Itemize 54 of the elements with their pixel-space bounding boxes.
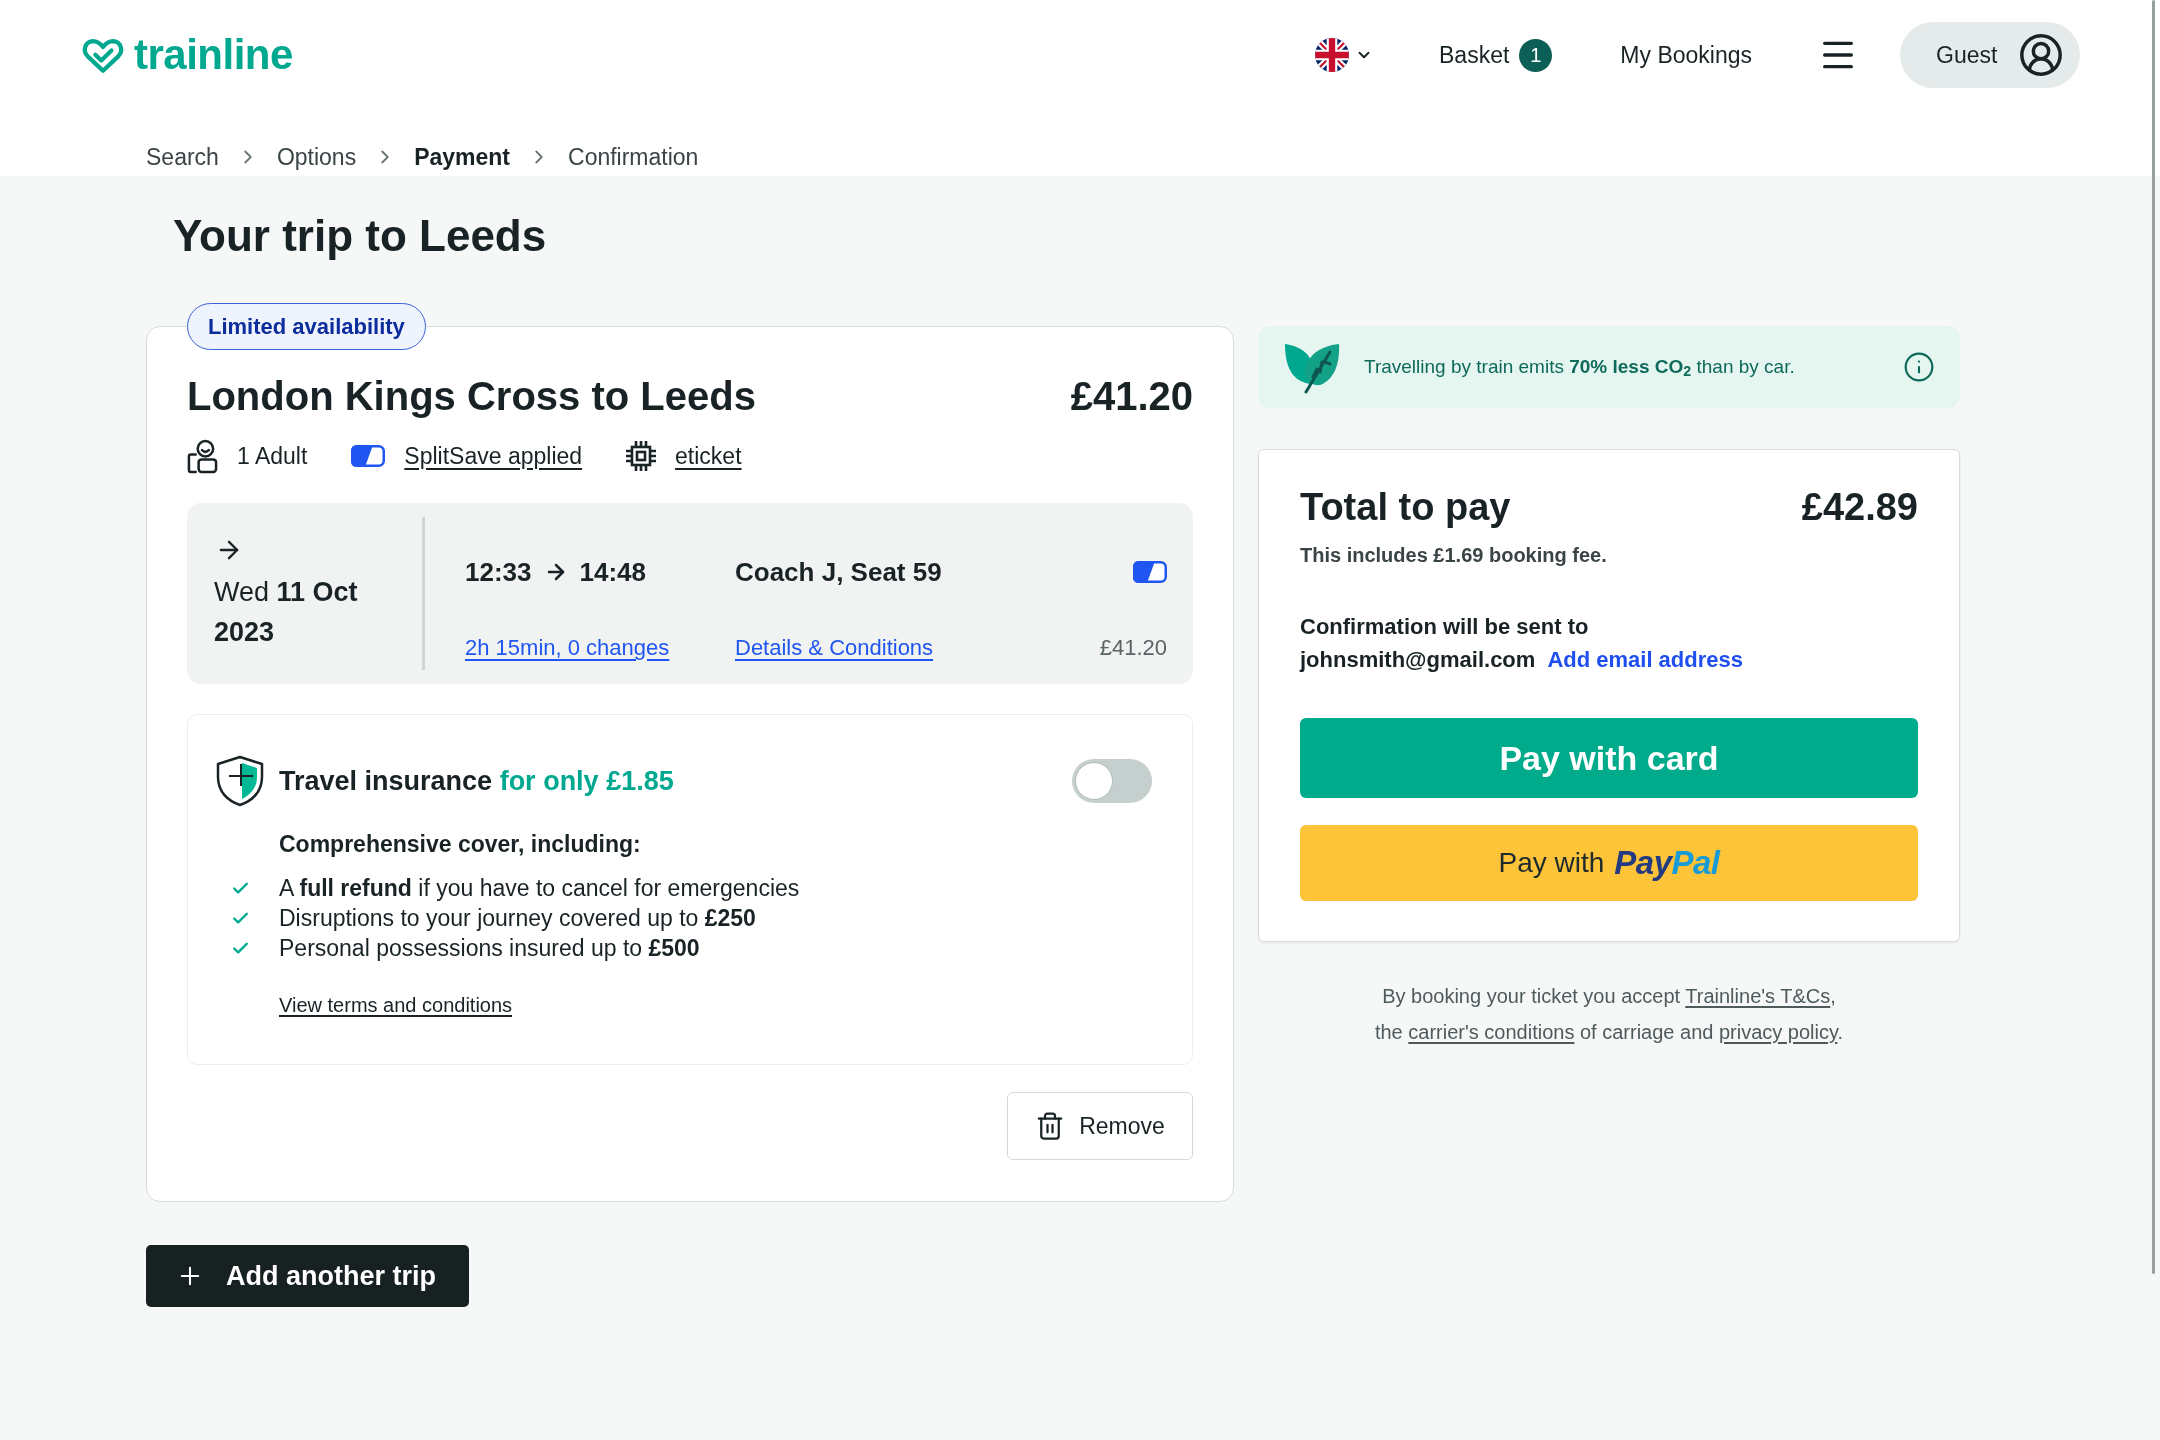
user-avatar-icon [2018,32,2064,78]
terms-text: By booking your ticket you accept Trainline's T&Cs, the carrier's conditions of carriage and privacy policy. [1373,984,1845,1045]
chip-icon [626,441,657,471]
scrollbar-thumb[interactable] [2152,0,2155,1274]
split-tag-icon [1133,561,1167,583]
insurance-offer: for only £1.85 [499,766,674,796]
split-tag-icon [351,445,386,467]
shield-icon [215,755,265,807]
toggle-switch[interactable] [1072,759,1152,803]
departure-time: 12:33 [465,556,532,588]
total-amount: £42.89 [1801,485,1918,529]
breadcrumb-link[interactable]: Options [276,143,357,171]
duration-link[interactable]: 2h 15min, 0 changes [465,633,670,663]
confirmation-label: Confirmation will be sent to [1300,613,1590,641]
insurance-subtitle: Comprehensive cover, including: [279,830,642,859]
terms-conditions-link[interactable]: View terms and conditions [279,992,513,1018]
info-icon[interactable] [1903,351,1935,383]
remove-button[interactable]: Remove [1007,1092,1193,1160]
availability-badge: Limited availability [187,303,426,350]
booking-fee-note: This includes £1.69 booking fee. [1300,543,1608,568]
basket-button[interactable]: Basket 1 [1439,37,1553,73]
travel-date: Wed 11 Oct 2023 [214,576,359,649]
total-label: Total to pay [1300,485,1511,529]
details-conditions-link[interactable]: Details & Conditions [735,633,934,663]
breadcrumb-link[interactable]: Search [146,143,219,171]
flag-icon [1315,38,1349,72]
page-title: Your trip to Leeds [172,210,548,262]
benefit-text: Disruptions to your journey covered up to £250 [279,904,756,933]
passenger-count: 1 Adult [237,441,308,471]
add-trip-button[interactable]: Add another trip [146,1245,469,1307]
co2-message: Travelling by train emits 70% less CO$_{2}$ than by car. [1364,354,1795,382]
paypal-logo: PayPal [1614,843,1720,884]
benefit-text: A full refund if you have to cancel for emergencies [279,874,800,903]
person-icon [187,438,218,474]
splitsave-link[interactable]: SplitSave applied [404,438,583,474]
account-button[interactable]: Guest [1900,22,2080,88]
trip-price: £41.20 [1070,373,1193,420]
add-email-link[interactable]: Add email address [1547,643,1743,676]
eticket-link[interactable]: eticket [675,438,742,474]
route-title: London Kings Cross to Leeds [187,373,756,420]
policy-link[interactable]: privacy policy [1718,1021,1838,1043]
policy-link[interactable]: carrier's conditions [1408,1021,1575,1043]
seat-info: Coach J, Seat 59 [735,556,943,588]
breadcrumb-link[interactable]: Confirmation [568,143,699,171]
fare-price: £41.20 [1099,634,1167,662]
policy-link[interactable]: Trainline's T&Cs [1685,985,1831,1007]
basket-count-badge: 1 [1519,38,1553,72]
insurance-title: Travel insurance [279,766,493,796]
arrival-time: 14:48 [579,556,646,588]
my-bookings-link[interactable]: My Bookings [1620,37,1752,73]
email-address: johnsmith@gmail.com [1300,646,1536,674]
breadcrumb-link[interactable]: Payment [414,143,510,171]
paypal-button[interactable]: Pay with PayPal [1300,825,1918,901]
benefit-text: Personal possessions insured up to £500 [279,934,700,963]
